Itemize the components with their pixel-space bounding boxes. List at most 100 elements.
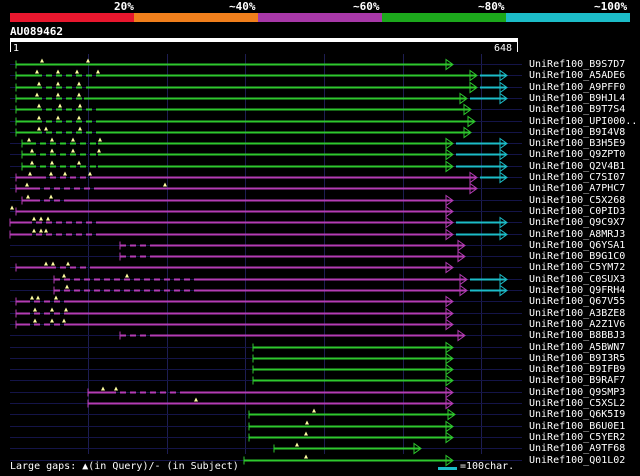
hit-label[interactable]: UniRef100_A9TF68 — [529, 443, 625, 454]
hit-label[interactable]: UniRef100_Q9SMP3 — [529, 387, 625, 398]
query-gap-marker-icon — [50, 137, 54, 142]
hit-label[interactable]: UniRef100_UPI000.. — [529, 116, 637, 127]
hit-label[interactable]: UniRef100_Q9ZPT0 — [529, 149, 625, 160]
hit-label[interactable]: UniRef100_B9RAF7 — [529, 375, 625, 386]
hit-label[interactable]: UniRef100_A5ADE6 — [529, 70, 625, 81]
query-gap-marker-icon — [62, 273, 66, 278]
query-gap-marker-icon — [98, 137, 102, 142]
hit-label[interactable]: UniRef100_B9IFB9 — [529, 364, 625, 375]
query-gap-marker-icon — [56, 69, 60, 74]
hit-label[interactable]: UniRef100_B9G1C0 — [529, 251, 625, 262]
query-gap-marker-icon — [28, 171, 32, 176]
hit-label[interactable]: UniRef100_C0SUX3 — [529, 274, 625, 285]
hit-label[interactable]: UniRef100_Q9C9X7 — [529, 217, 625, 228]
query-gap-marker-icon — [44, 126, 48, 131]
query-gap-marker-icon — [44, 228, 48, 233]
hit-label[interactable]: UniRef100_B9I3R5 — [529, 353, 625, 364]
hit-label[interactable]: UniRef100_Q6YSA1 — [529, 240, 625, 251]
hit-label[interactable]: UniRef100_B9HJL4 — [529, 93, 625, 104]
query-gap-marker-icon — [71, 137, 75, 142]
hit-label[interactable]: UniRef100_C0PID3 — [529, 206, 625, 217]
query-gap-marker-icon — [26, 194, 30, 199]
query-gap-marker-icon — [49, 194, 53, 199]
query-gap-marker-icon — [163, 182, 167, 187]
query-gap-marker-icon — [36, 295, 40, 300]
query-gap-marker-icon — [78, 103, 82, 108]
query-gap-marker-icon — [88, 171, 92, 176]
query-gap-marker-icon — [56, 92, 60, 97]
query-gap-marker-icon — [50, 318, 54, 323]
query-gap-marker-icon — [46, 216, 50, 221]
query-gap-marker-icon — [30, 295, 34, 300]
query-gap-marker-icon — [125, 273, 129, 278]
query-gap-marker-icon — [44, 261, 48, 266]
query-gap-marker-icon — [32, 216, 36, 221]
query-gap-marker-icon — [25, 182, 29, 187]
hit-label[interactable]: UniRef100_Q01L02 — [529, 455, 625, 466]
query-gap-marker-icon — [37, 115, 41, 120]
query-gap-marker-icon — [58, 103, 62, 108]
gaps-legend: Large gaps: ▲(in Query)/- (in Subject) — [10, 461, 239, 472]
hit-label[interactable]: UniRef100_B6U0E1 — [529, 421, 625, 432]
query-gap-marker-icon — [77, 115, 81, 120]
hit-label[interactable]: UniRef100_C7SI07 — [529, 172, 625, 183]
hit-label[interactable]: UniRef100_C5XSL2 — [529, 398, 625, 409]
hit-label[interactable]: UniRef100_B9T7S4 — [529, 104, 625, 115]
query-gap-marker-icon — [77, 92, 81, 97]
query-gap-marker-icon — [37, 103, 41, 108]
hit-label[interactable]: UniRef100_C5X268 — [529, 195, 625, 206]
query-gap-marker-icon — [86, 58, 90, 63]
query-gap-marker-icon — [305, 420, 309, 425]
query-gap-marker-icon — [37, 81, 41, 86]
query-gap-marker-icon — [10, 205, 14, 210]
hit-label[interactable]: UniRef100_A9PFF0 — [529, 82, 625, 93]
query-gap-marker-icon — [50, 307, 54, 312]
hit-label[interactable]: UniRef100_A5BWN7 — [529, 342, 625, 353]
hit-label[interactable]: UniRef100_B3H5E9 — [529, 138, 625, 149]
query-gap-marker-icon — [27, 137, 31, 142]
query-gap-marker-icon — [50, 160, 54, 165]
query-gap-marker-icon — [101, 386, 105, 391]
query-gap-marker-icon — [304, 431, 308, 436]
hit-label[interactable]: UniRef100_B9S7D7 — [529, 59, 625, 70]
hit-label[interactable]: UniRef100_C5YER2 — [529, 432, 625, 443]
query-gap-marker-icon — [32, 228, 36, 233]
query-gap-marker-icon — [78, 126, 82, 131]
query-gap-marker-icon — [304, 454, 308, 459]
query-gap-marker-icon — [39, 216, 43, 221]
scale-legend: =100char. — [460, 461, 515, 472]
query-gap-marker-icon — [62, 318, 66, 323]
query-gap-marker-icon — [50, 148, 54, 153]
scale-bar — [438, 467, 457, 470]
hit-label[interactable]: UniRef100_A2Z1V6 — [529, 319, 625, 330]
hit-label[interactable]: UniRef100_A3BZE8 — [529, 308, 625, 319]
hit-label[interactable]: UniRef100_B9I4V8 — [529, 127, 625, 138]
query-gap-marker-icon — [56, 115, 60, 120]
query-gap-marker-icon — [114, 386, 118, 391]
hit-label[interactable]: UniRef100_A8MRJ3 — [529, 229, 625, 240]
query-gap-marker-icon — [40, 58, 44, 63]
query-gap-marker-icon — [295, 442, 299, 447]
query-gap-marker-icon — [37, 126, 41, 131]
query-gap-marker-icon — [54, 295, 58, 300]
hit-label[interactable]: UniRef100_B8BBJ3 — [529, 330, 625, 341]
query-gap-marker-icon — [51, 261, 55, 266]
hit-label[interactable]: UniRef100_Q2V4B1 — [529, 161, 625, 172]
query-gap-marker-icon — [33, 318, 37, 323]
query-gap-marker-icon — [66, 261, 70, 266]
hit-label[interactable]: UniRef100_C5YM72 — [529, 262, 625, 273]
query-gap-marker-icon — [63, 171, 67, 176]
query-gap-marker-icon — [64, 307, 68, 312]
hit-label[interactable]: UniRef100_A7PHC7 — [529, 183, 625, 194]
hit-label[interactable]: UniRef100_Q9FRH4 — [529, 285, 625, 296]
query-gap-marker-icon — [49, 171, 53, 176]
query-gap-marker-icon — [39, 228, 43, 233]
query-gap-marker-icon — [75, 69, 79, 74]
query-gap-marker-icon — [71, 148, 75, 153]
query-gap-marker-icon — [194, 397, 198, 402]
hit-label[interactable]: UniRef100_Q6K5I9 — [529, 409, 625, 420]
hit-label[interactable]: UniRef100_Q67V55 — [529, 296, 625, 307]
query-gap-marker-icon — [77, 160, 81, 165]
query-gap-marker-icon — [97, 148, 101, 153]
query-gap-marker-icon — [33, 307, 37, 312]
